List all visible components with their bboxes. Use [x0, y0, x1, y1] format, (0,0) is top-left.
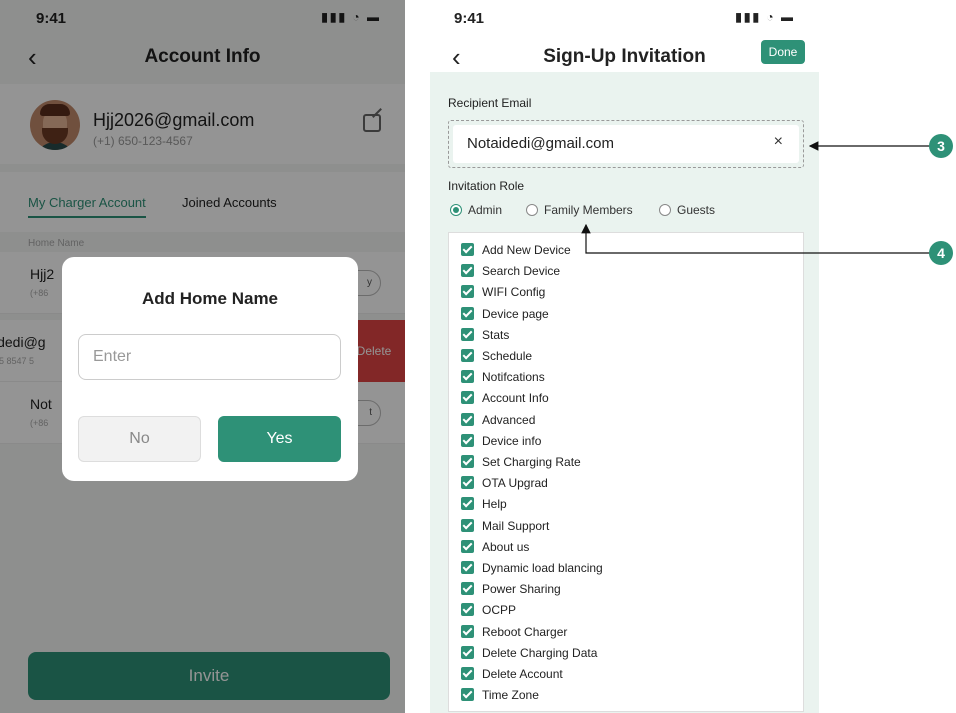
checkbox-checked-icon	[461, 349, 474, 362]
role-radio-family-members[interactable]: Family Members	[526, 203, 633, 217]
checkbox-checked-icon	[461, 561, 474, 574]
permission-label: Time Zone	[482, 688, 539, 703]
permission-label: About us	[482, 539, 530, 554]
permission-checkbox[interactable]: Set Charging Rate	[461, 455, 581, 473]
checkbox-checked-icon	[461, 264, 474, 278]
permission-label: Schedule	[482, 349, 533, 363]
permission-label: OCPP	[482, 603, 517, 618]
role-label: Family Members	[544, 203, 633, 217]
radio-icon	[659, 204, 671, 216]
checkbox-checked-icon	[461, 645, 474, 659]
permission-label: Add New Device	[482, 243, 571, 257]
annotation-badge-4: 4	[929, 241, 953, 265]
annotation-badge-3: 3	[929, 134, 953, 158]
checkbox-checked-icon	[461, 327, 474, 341]
permission-label: WIFI Config	[482, 285, 546, 300]
permission-label: Device page	[482, 306, 549, 321]
permission-checkbox[interactable]: Dynamic load blancing	[461, 561, 603, 579]
sign-up-invitation-screen: 9:41 ▮▮▮ ◔ ▬ ‹ Sign-Up Invitation Done R…	[430, 0, 819, 713]
permission-label: Stats	[482, 327, 510, 342]
checkbox-checked-icon	[461, 539, 474, 553]
account-info-screen: 9:41 ▮▮▮ ◔ ▬ ‹ Account Info Hjj2026@gmai…	[0, 0, 405, 713]
role-radio-admin[interactable]: Admin	[450, 203, 502, 217]
yes-button[interactable]: Yes	[218, 416, 341, 462]
permission-list: Add New Device Search Device WIFI Config De…	[448, 232, 804, 712]
permission-checkbox[interactable]: Power Sharing	[461, 582, 561, 600]
checkbox-checked-icon	[461, 688, 474, 702]
permission-checkbox[interactable]: WIFI Config	[461, 285, 545, 303]
checkbox-checked-icon	[461, 433, 474, 447]
no-button[interactable]: No	[78, 416, 201, 462]
permission-checkbox[interactable]: Delete Charging Data	[461, 645, 598, 664]
status-time: 9:41	[454, 10, 485, 27]
status-bar: 9:41 ▮▮▮ ◔ ▬	[430, 0, 819, 36]
permission-checkbox[interactable]: About us	[461, 539, 530, 558]
add-home-name-dialog: Add Home Name Enter No Yes	[62, 257, 358, 481]
clear-icon[interactable]: ×	[774, 133, 783, 151]
permission-label: Advanced	[482, 412, 536, 427]
checkbox-checked-icon	[461, 455, 474, 468]
role-label: Guests	[677, 203, 716, 217]
checkbox-checked-icon	[461, 243, 474, 256]
permission-checkbox[interactable]: OCPP	[461, 603, 516, 621]
radio-icon	[526, 204, 538, 216]
recipient-email-highlight: Notaidedi@gmail.com ×	[448, 120, 804, 168]
radio-selected-icon	[450, 204, 462, 216]
permission-checkbox[interactable]: Advanced	[461, 412, 536, 431]
invitation-role-label: Invitation Role	[448, 179, 525, 193]
permission-checkbox[interactable]: Device info	[461, 433, 542, 452]
permission-label: Notifcations	[482, 370, 545, 385]
permission-label: Delete Account	[482, 667, 563, 681]
checkbox-checked-icon	[461, 412, 474, 426]
recipient-email-field[interactable]: Notaidedi@gmail.com ×	[453, 125, 799, 163]
checkbox-checked-icon	[461, 306, 474, 320]
checkbox-checked-icon	[461, 582, 474, 596]
dialog-title: Add Home Name	[141, 289, 279, 308]
permission-label: Power Sharing	[482, 582, 561, 597]
recipient-email-label: Recipient Email	[448, 96, 532, 110]
permission-label: Mail Support	[482, 518, 550, 533]
permission-checkbox[interactable]: Add New Device	[461, 243, 571, 261]
permission-label: Dynamic load blancing	[482, 561, 603, 575]
invitation-form: Recipient Email Notaidedi@gmail.com × In…	[430, 72, 819, 713]
permission-checkbox[interactable]: Stats	[461, 327, 510, 346]
permission-checkbox[interactable]: Schedule	[461, 349, 532, 367]
permission-checkbox[interactable]: Notifcations	[461, 370, 545, 388]
permission-label: Search Device	[482, 264, 561, 279]
permission-label: Delete Charging Data	[482, 645, 598, 660]
permission-checkbox[interactable]: OTA Upgrad	[461, 476, 548, 494]
checkbox-checked-icon	[461, 391, 474, 405]
permission-checkbox[interactable]: Reboot Charger	[461, 624, 568, 643]
permission-checkbox[interactable]: Help	[461, 497, 507, 515]
role-radio-guests[interactable]: Guests	[659, 203, 715, 217]
permission-label: Account Info	[482, 391, 549, 406]
home-name-input[interactable]: Enter	[78, 334, 341, 380]
permission-label: OTA Upgrad	[482, 476, 548, 491]
permission-checkbox[interactable]: Search Device	[461, 264, 560, 282]
permission-checkbox[interactable]: Account Info	[461, 391, 549, 409]
checkbox-checked-icon	[461, 285, 474, 299]
permission-checkbox[interactable]: Delete Account	[461, 667, 563, 685]
permission-label: Help	[482, 497, 507, 512]
recipient-email-value: Notaidedi@gmail.com	[467, 135, 614, 152]
checkbox-checked-icon	[461, 370, 474, 384]
role-radio-group: Admin Family Members Guests	[450, 203, 810, 223]
checkbox-checked-icon	[461, 476, 474, 490]
checkbox-checked-icon	[461, 518, 474, 532]
status-icons: ▮▮▮ ◔ ▬	[735, 10, 795, 24]
permission-label: Reboot Charger	[482, 624, 568, 639]
checkbox-checked-icon	[461, 667, 474, 680]
checkbox-checked-icon	[461, 624, 474, 638]
role-label: Admin	[468, 203, 503, 217]
permission-checkbox[interactable]: Time Zone	[461, 688, 539, 706]
permission-checkbox[interactable]: Mail Support	[461, 518, 550, 537]
checkbox-checked-icon	[461, 603, 474, 617]
permission-checkbox[interactable]: Device page	[461, 306, 549, 325]
checkbox-checked-icon	[461, 497, 474, 511]
permission-label: Device info	[482, 433, 542, 448]
done-button[interactable]: Done	[761, 40, 805, 64]
permission-label: Set Charging Rate	[482, 455, 581, 469]
